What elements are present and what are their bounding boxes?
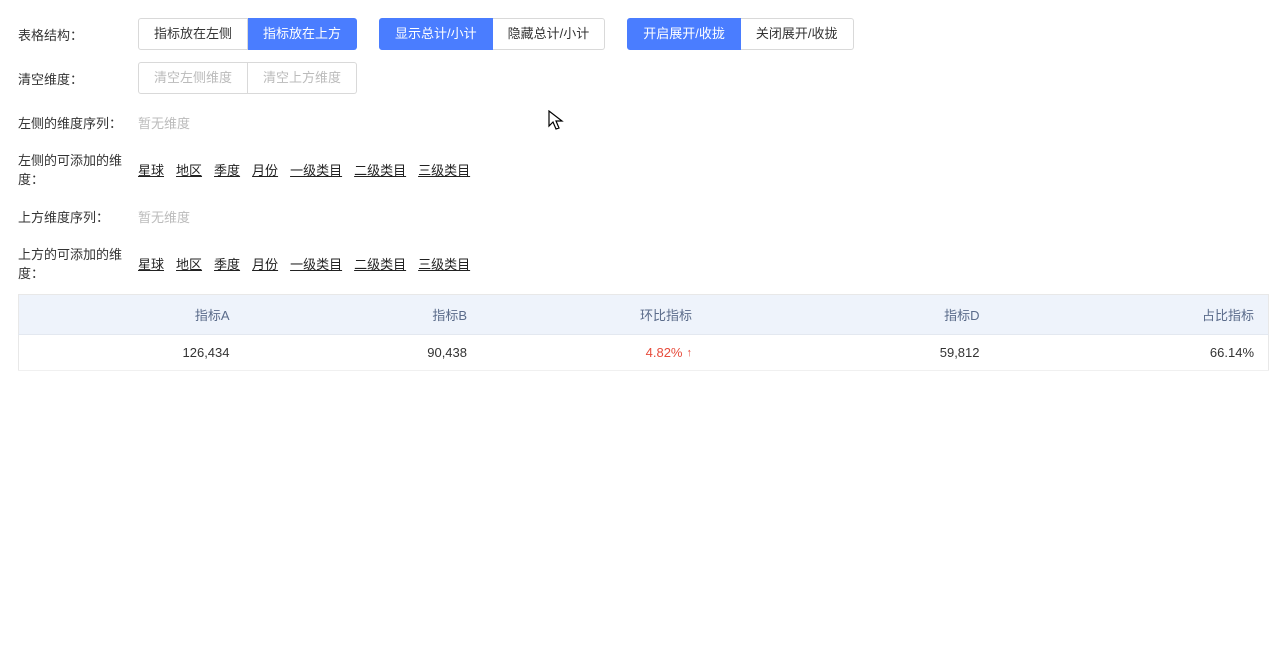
clear-left-button[interactable]: 清空左侧维度 bbox=[138, 62, 248, 94]
dim-link[interactable]: 月份 bbox=[252, 160, 278, 179]
dim-link[interactable]: 三级类目 bbox=[418, 160, 470, 179]
dim-link[interactable]: 星球 bbox=[138, 160, 164, 179]
structure-row: 表格结构： 指标放在左侧 指标放在上方 显示总计/小计 隐藏总计/小计 开启展开… bbox=[18, 18, 1269, 50]
col-header[interactable]: 指标A bbox=[19, 295, 244, 335]
clear-group: 清空左侧维度 清空上方维度 bbox=[138, 62, 357, 94]
table-row: 126,434 90,438 4.82% ↑ 59,812 66.14% bbox=[19, 335, 1269, 371]
top-add-dims: 星球 地区 季度 月份 一级类目 二级类目 三级类目 bbox=[138, 254, 470, 273]
expand-group: 开启展开/收拢 关闭展开/收拢 bbox=[627, 18, 853, 50]
top-add-label: 上方的可添加的维度： bbox=[18, 244, 138, 282]
table-header-row: 指标A 指标B 环比指标 指标D 占比指标 bbox=[19, 295, 1269, 335]
col-header[interactable]: 指标D bbox=[706, 295, 994, 335]
dim-link[interactable]: 一级类目 bbox=[290, 160, 342, 179]
dim-link[interactable]: 地区 bbox=[176, 160, 202, 179]
cell-metric-c: 4.82% ↑ bbox=[481, 335, 706, 371]
clear-row: 清空维度： 清空左侧维度 清空上方维度 bbox=[18, 62, 1269, 94]
dim-link[interactable]: 星球 bbox=[138, 254, 164, 273]
dim-link[interactable]: 二级类目 bbox=[354, 254, 406, 273]
dim-link[interactable]: 三级类目 bbox=[418, 254, 470, 273]
top-seq-row: 上方维度序列： 暂无维度 bbox=[18, 200, 1269, 232]
dim-link[interactable]: 一级类目 bbox=[290, 254, 342, 273]
arrow-up-icon: ↑ bbox=[687, 347, 693, 359]
metric-top-button[interactable]: 指标放在上方 bbox=[248, 18, 357, 50]
left-add-row: 左侧的可添加的维度： 星球 地区 季度 月份 一级类目 二级类目 三级类目 bbox=[18, 150, 1269, 188]
show-totals-button[interactable]: 显示总计/小计 bbox=[379, 18, 493, 50]
cell-metric-a: 126,434 bbox=[19, 335, 244, 371]
clear-label: 清空维度： bbox=[18, 69, 138, 88]
structure-label: 表格结构： bbox=[18, 25, 138, 44]
dim-link[interactable]: 二级类目 bbox=[354, 160, 406, 179]
totals-group: 显示总计/小计 隐藏总计/小计 bbox=[379, 18, 605, 50]
enable-expand-button[interactable]: 开启展开/收拢 bbox=[627, 18, 741, 50]
top-seq-label: 上方维度序列： bbox=[18, 207, 138, 226]
metric-position-group: 指标放在左侧 指标放在上方 bbox=[138, 18, 357, 50]
col-header[interactable]: 环比指标 bbox=[481, 295, 706, 335]
disable-expand-button[interactable]: 关闭展开/收拢 bbox=[741, 18, 854, 50]
metric-left-button[interactable]: 指标放在左侧 bbox=[138, 18, 248, 50]
data-table: 指标A 指标B 环比指标 指标D 占比指标 126,434 90,438 4.8… bbox=[18, 294, 1269, 371]
top-seq-placeholder: 暂无维度 bbox=[138, 207, 190, 226]
dim-link[interactable]: 季度 bbox=[214, 160, 240, 179]
cell-metric-d: 59,812 bbox=[706, 335, 994, 371]
left-add-dims: 星球 地区 季度 月份 一级类目 二级类目 三级类目 bbox=[138, 160, 470, 179]
hide-totals-button[interactable]: 隐藏总计/小计 bbox=[493, 18, 606, 50]
left-add-label: 左侧的可添加的维度： bbox=[18, 150, 138, 188]
cell-metric-e: 66.14% bbox=[994, 335, 1269, 371]
trend-percent: 4.82% bbox=[646, 345, 683, 360]
left-seq-placeholder: 暂无维度 bbox=[138, 113, 190, 132]
trend-value: 4.82% ↑ bbox=[646, 345, 692, 360]
clear-top-button[interactable]: 清空上方维度 bbox=[248, 62, 357, 94]
left-seq-label: 左侧的维度序列： bbox=[18, 113, 138, 132]
cell-metric-b: 90,438 bbox=[244, 335, 482, 371]
col-header[interactable]: 指标B bbox=[244, 295, 482, 335]
dim-link[interactable]: 地区 bbox=[176, 254, 202, 273]
dim-link[interactable]: 月份 bbox=[252, 254, 278, 273]
col-header[interactable]: 占比指标 bbox=[994, 295, 1269, 335]
top-add-row: 上方的可添加的维度： 星球 地区 季度 月份 一级类目 二级类目 三级类目 bbox=[18, 244, 1269, 282]
left-seq-row: 左侧的维度序列： 暂无维度 bbox=[18, 106, 1269, 138]
dim-link[interactable]: 季度 bbox=[214, 254, 240, 273]
